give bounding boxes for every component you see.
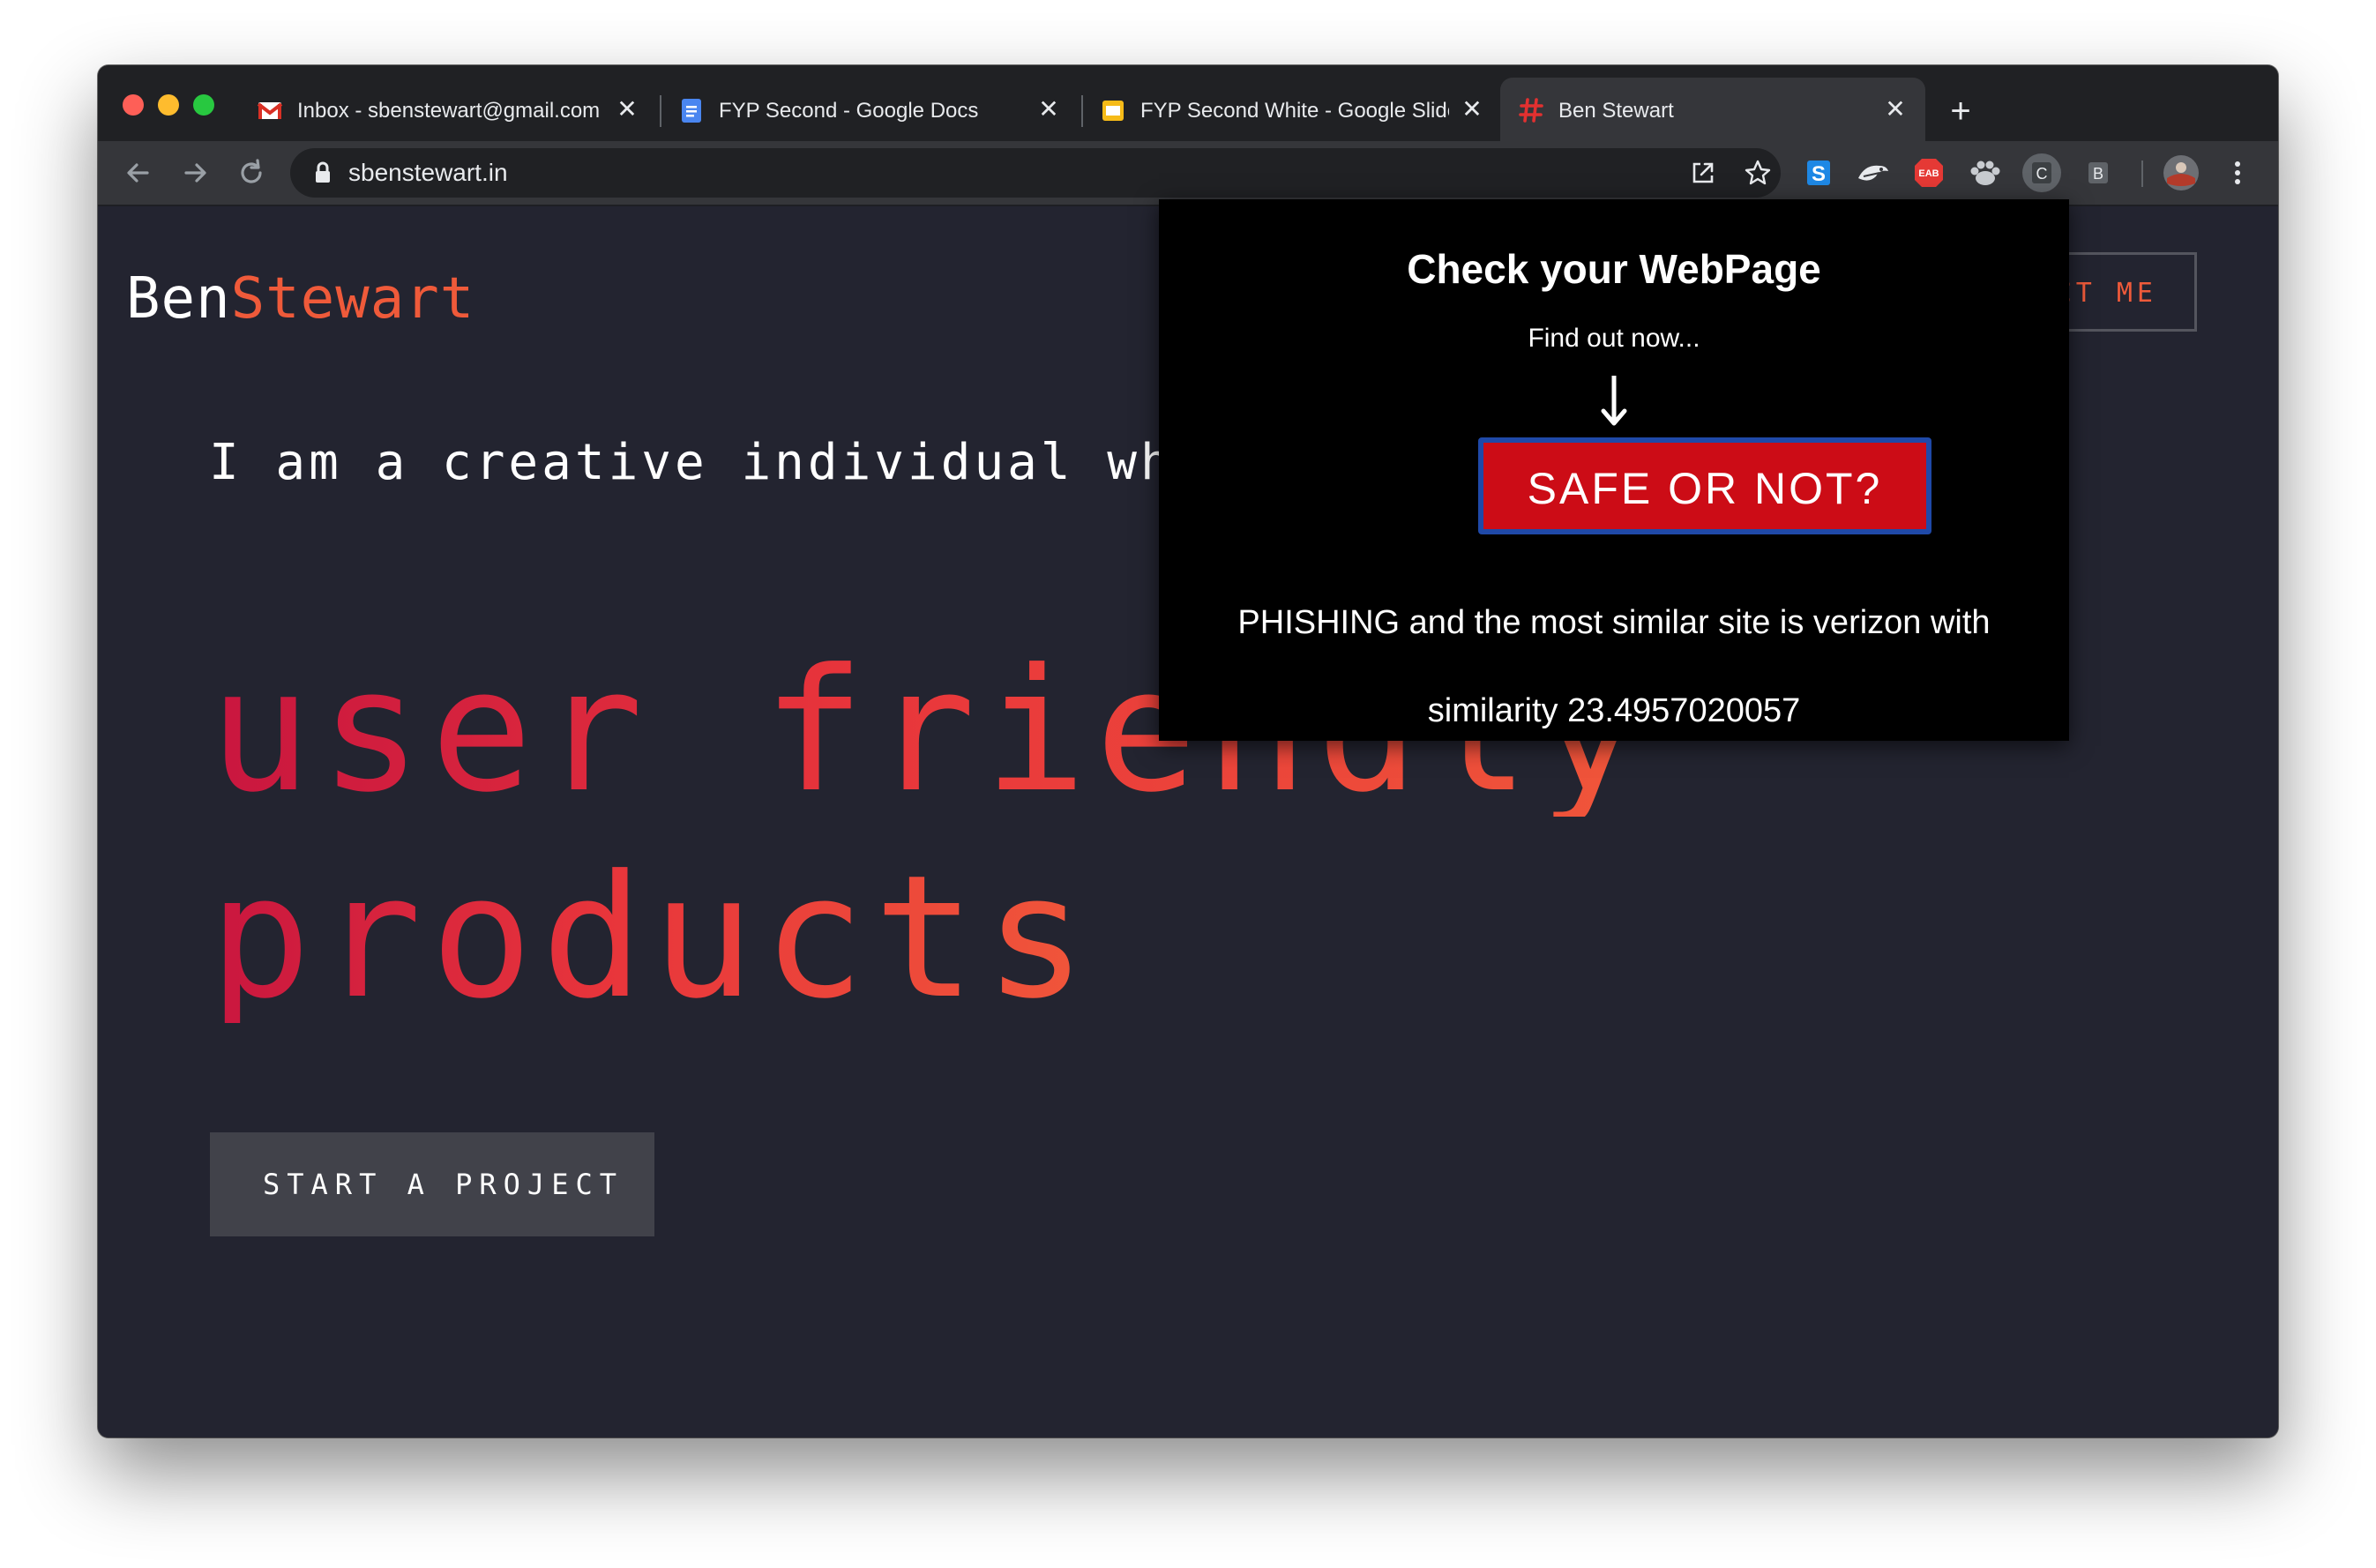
tab-title: FYP Second White - Google Slides bbox=[1140, 99, 1449, 123]
site-logo[interactable]: BenStewart bbox=[126, 266, 474, 332]
close-tab-icon[interactable]: ✕ bbox=[611, 93, 643, 125]
close-tab-icon[interactable]: ✕ bbox=[1033, 93, 1065, 125]
extension-popup: Check your WebPage Find out now... SAFE … bbox=[1159, 199, 2069, 741]
eab-extension-icon[interactable]: EAB bbox=[1909, 153, 1948, 192]
tab-title: Ben Stewart bbox=[1558, 99, 1674, 123]
address-bar[interactable]: sbenstewart.in bbox=[290, 148, 1781, 198]
safe-button-label: SAFE OR NOT? bbox=[1527, 464, 1883, 513]
google-slides-icon bbox=[1102, 101, 1124, 121]
browser-toolbar: sbenstewart.in S EAB C B bbox=[98, 141, 2278, 206]
gmail-icon bbox=[257, 102, 283, 119]
start-project-label: START A PROJECT bbox=[263, 1168, 624, 1201]
c-extension-icon[interactable]: C bbox=[2022, 153, 2061, 192]
headline-line-2: products bbox=[209, 840, 1095, 1036]
tab-ben-stewart[interactable]: Ben Stewart ✕ bbox=[1500, 78, 1925, 141]
logo-first: Ben bbox=[126, 266, 231, 332]
paw-extension-icon[interactable] bbox=[1966, 153, 2005, 192]
logo-second: Stewart bbox=[230, 266, 475, 332]
result-line-1: PHISHING and the most similar site is ve… bbox=[1237, 604, 1991, 641]
url-text[interactable]: sbenstewart.in bbox=[348, 160, 508, 186]
forward-icon[interactable] bbox=[176, 153, 214, 192]
c-label: C bbox=[2036, 165, 2048, 183]
tab-strip: Inbox - sbenstewart@gmail.com ✕ FYP Seco… bbox=[98, 65, 2278, 141]
svg-text:S: S bbox=[1812, 162, 1826, 186]
close-tab-icon[interactable]: ✕ bbox=[1879, 93, 1911, 125]
tab-title: Inbox - sbenstewart@gmail.com bbox=[297, 99, 601, 123]
toolbar-separator bbox=[2141, 161, 2143, 187]
b-extension-icon[interactable]: B bbox=[2079, 153, 2118, 192]
profile-avatar[interactable] bbox=[2162, 153, 2200, 192]
result-line-2: similarity 23.4957020057 bbox=[1427, 692, 1801, 729]
bookmark-star-icon[interactable] bbox=[1742, 157, 1774, 189]
popup-title: Check your WebPage bbox=[1407, 246, 1821, 292]
safe-or-not-button[interactable]: SAFE OR NOT? bbox=[1478, 437, 1931, 534]
tab-slides[interactable]: FYP Second White - Google Slides ✕ bbox=[1082, 78, 1502, 141]
minimize-window-button[interactable] bbox=[158, 94, 179, 116]
intro-text: I am a creative individual who de bbox=[209, 434, 1307, 491]
tab-inbox[interactable]: Inbox - sbenstewart@gmail.com ✕ bbox=[239, 78, 655, 141]
new-tab-button[interactable]: + bbox=[1941, 92, 1980, 131]
result-text: PHISHING and the most similar site is ve… bbox=[1185, 579, 2043, 755]
s-extension-icon[interactable]: S bbox=[1798, 153, 1837, 192]
down-arrow-icon bbox=[1601, 376, 1627, 426]
google-docs-icon bbox=[682, 99, 701, 123]
b-label: B bbox=[2093, 165, 2103, 183]
browser-window: Inbox - sbenstewart@gmail.com ✕ FYP Seco… bbox=[98, 65, 2278, 1437]
reload-icon[interactable] bbox=[232, 153, 271, 192]
start-project-button[interactable]: START A PROJECT bbox=[210, 1132, 654, 1236]
lock-icon[interactable] bbox=[313, 161, 332, 185]
close-tab-icon[interactable]: ✕ bbox=[1456, 93, 1488, 125]
tab-title: FYP Second - Google Docs bbox=[719, 99, 979, 123]
maximize-window-button[interactable] bbox=[193, 94, 214, 116]
open-in-app-icon[interactable] bbox=[1687, 157, 1719, 189]
back-icon[interactable] bbox=[119, 153, 158, 192]
bird-extension-icon[interactable] bbox=[1853, 153, 1892, 192]
close-window-button[interactable] bbox=[123, 94, 144, 116]
hash-icon bbox=[1519, 98, 1543, 123]
popup-subtitle: Find out now... bbox=[1528, 324, 1700, 353]
more-menu-icon[interactable] bbox=[2218, 153, 2257, 192]
tab-docs[interactable]: FYP Second - Google Docs ✕ bbox=[661, 78, 1080, 141]
eab-label: EAB bbox=[1918, 168, 1939, 179]
